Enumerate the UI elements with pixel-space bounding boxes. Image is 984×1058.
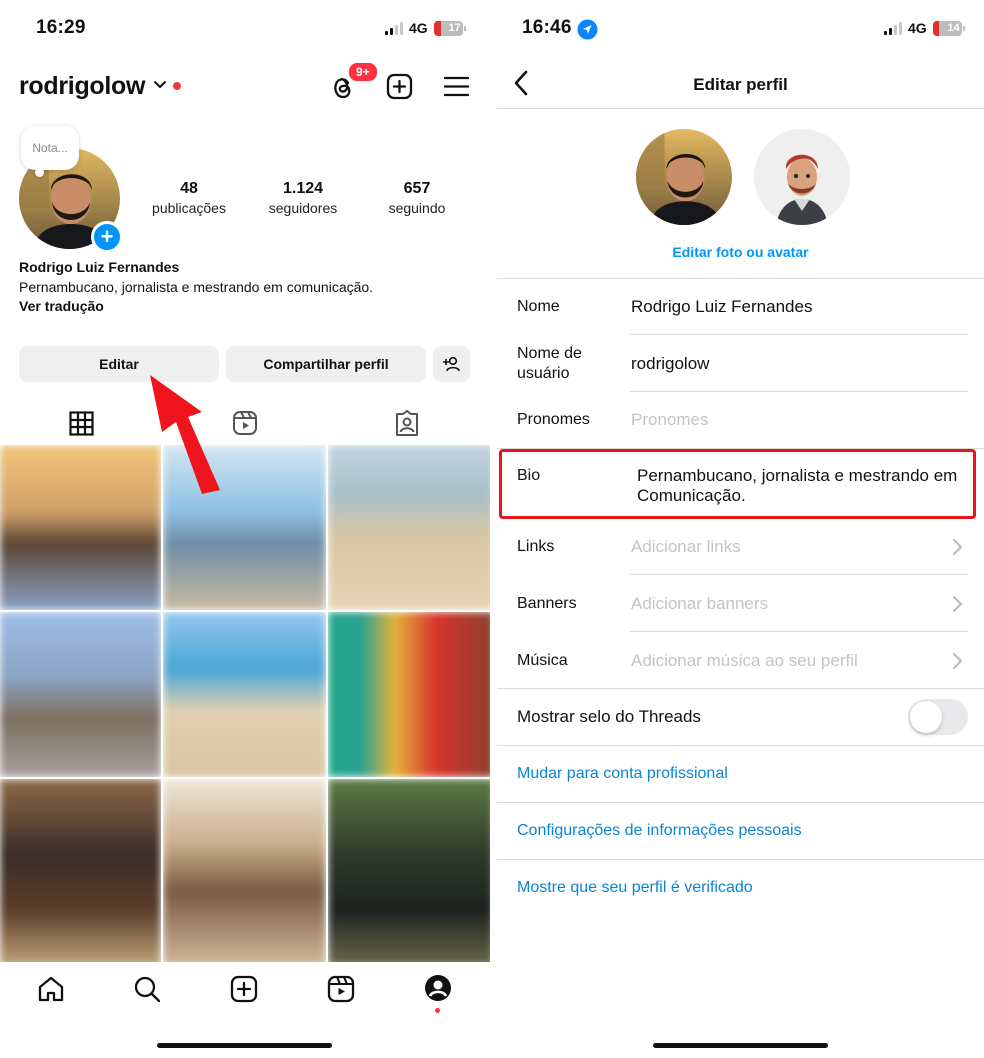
name-field[interactable]: Rodrigo Luiz Fernandes — [631, 297, 812, 317]
home-indicator — [157, 1043, 332, 1048]
share-profile-button[interactable]: Compartilhar perfil — [226, 346, 426, 382]
switch-professional-link[interactable]: Mudar para conta profissional — [517, 765, 728, 783]
post-thumbnail[interactable] — [0, 779, 161, 966]
grid-icon[interactable] — [69, 411, 94, 436]
music-label: Música — [517, 652, 568, 669]
network-type: 4G — [908, 20, 927, 36]
pronouns-field[interactable]: Pronomes — [631, 410, 708, 430]
network-type: 4G — [409, 20, 428, 36]
signal-icon — [884, 21, 902, 35]
divider — [497, 802, 984, 803]
add-story-button[interactable]: + — [91, 221, 123, 253]
profile-photo[interactable] — [636, 129, 732, 225]
edit-photo-avatar-link[interactable]: Editar foto ou avatar — [497, 244, 984, 260]
post-thumbnail[interactable] — [0, 445, 161, 610]
personal-info-settings-link[interactable]: Configurações de informações pessoais — [517, 822, 802, 840]
post-thumbnail[interactable] — [0, 612, 161, 777]
divider — [497, 859, 984, 860]
profile-bio: Pernambucano, jornalista e mestrando em … — [19, 279, 374, 295]
stat-followers[interactable]: 1.124 seguidores — [262, 180, 344, 216]
divider — [630, 391, 968, 392]
toggle-knob — [910, 701, 942, 733]
signal-icon — [385, 21, 403, 35]
stat-followers-label: seguidores — [268, 200, 338, 216]
stat-following-value: 657 — [403, 180, 431, 197]
profile-username[interactable]: rodrigolow — [19, 72, 145, 101]
music-field[interactable]: Adicionar música ao seu perfil — [631, 651, 858, 671]
name-label: Nome — [517, 298, 560, 315]
home-indicator — [653, 1043, 828, 1048]
links-label: Links — [517, 538, 555, 555]
chevron-right-icon — [953, 596, 963, 612]
location-icon — [577, 19, 598, 40]
threads-badge-label: Mostrar selo do Threads — [517, 707, 701, 726]
links-field[interactable]: Adicionar links — [631, 537, 741, 557]
annotation-arrow — [150, 375, 220, 494]
menu-icon[interactable] — [444, 76, 469, 97]
post-thumbnail[interactable] — [328, 445, 490, 610]
reels-icon[interactable] — [232, 410, 258, 436]
search-icon[interactable] — [133, 975, 161, 1003]
divider — [497, 688, 984, 689]
note-placeholder: Nota... — [32, 141, 68, 155]
discover-people-button[interactable] — [433, 346, 470, 382]
banners-label: Banners — [517, 595, 577, 612]
note-bubble-tail — [35, 168, 44, 177]
threads-badge: 9+ — [347, 61, 379, 83]
battery-icon: 14 — [932, 20, 962, 36]
reels-nav-icon[interactable] — [327, 975, 355, 1003]
create-icon[interactable] — [230, 975, 258, 1003]
avatar-3d[interactable] — [754, 129, 850, 225]
status-time: 16:46 — [522, 17, 572, 38]
tagged-icon[interactable] — [394, 410, 420, 437]
divider — [630, 334, 968, 335]
chevron-right-icon — [953, 653, 963, 669]
stat-following-label: seguindo — [388, 200, 446, 216]
stat-posts-label: publicações — [152, 200, 226, 216]
post-thumbnail[interactable] — [328, 612, 490, 777]
pronouns-label: Pronomes — [517, 411, 590, 428]
edit-profile-screen: 16:46 4G 14 Editar perfil Editar foto ou… — [497, 0, 984, 1058]
status-indicators: 4G 17 — [385, 20, 466, 36]
home-icon[interactable] — [37, 975, 65, 1003]
notification-dot — [173, 82, 181, 90]
create-post-icon[interactable] — [386, 73, 413, 100]
battery-icon: 17 — [433, 20, 463, 36]
username-field[interactable]: rodrigolow — [631, 354, 709, 374]
page-title: Editar perfil — [693, 75, 788, 94]
post-thumbnail[interactable] — [163, 612, 326, 777]
username-label: Nome de usuário — [517, 345, 582, 382]
chevron-down-icon[interactable] — [153, 80, 167, 90]
profile-screen: 16:29 4G 17 rodrigolow 9+ Nota... + 48 p… — [0, 0, 490, 1058]
post-thumbnail[interactable] — [328, 779, 490, 966]
profile-icon[interactable] — [424, 974, 452, 1002]
banners-field[interactable]: Adicionar banners — [631, 594, 768, 614]
stat-following[interactable]: 657 seguindo — [377, 180, 457, 216]
note-bubble[interactable]: Nota... — [21, 126, 79, 170]
divider — [630, 631, 968, 632]
post-thumbnail[interactable] — [163, 779, 326, 966]
stat-followers-value: 1.124 — [282, 180, 324, 197]
divider — [630, 574, 968, 575]
posts-grid — [0, 445, 490, 966]
battery-level: 14 — [947, 22, 960, 34]
stat-posts-value: 48 — [180, 180, 198, 197]
divider — [497, 278, 984, 279]
stat-posts[interactable]: 48 publicações — [148, 180, 230, 216]
battery-level: 17 — [448, 22, 461, 34]
divider — [497, 745, 984, 746]
status-indicators: 4G 14 — [884, 20, 965, 36]
panel-divider — [490, 0, 497, 1058]
add-person-icon — [442, 356, 460, 372]
bio-highlight-box — [499, 449, 976, 519]
notification-dot — [435, 1008, 440, 1013]
status-time: 16:29 — [36, 17, 86, 38]
verify-profile-link[interactable]: Mostre que seu perfil é verificado — [517, 879, 753, 897]
chevron-right-icon — [953, 539, 963, 555]
divider — [497, 108, 984, 109]
threads-badge-toggle[interactable] — [908, 699, 968, 735]
profile-full-name: Rodrigo Luiz Fernandes — [19, 259, 180, 275]
see-translation-link[interactable]: Ver tradução — [19, 298, 104, 314]
